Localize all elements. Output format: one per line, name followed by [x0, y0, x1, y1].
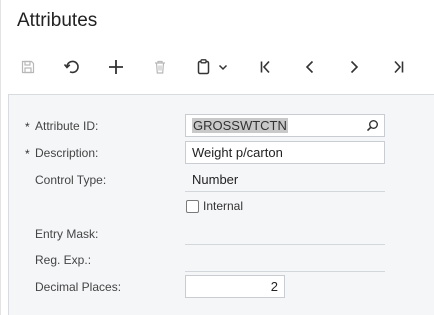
- previous-icon: [305, 60, 314, 74]
- page-title: Attributes: [17, 10, 98, 31]
- last-page-icon: [394, 60, 404, 74]
- description-label: Description:: [35, 146, 99, 160]
- attribute-form: * Attribute ID: GROSSWTCTN * Description…: [8, 94, 434, 315]
- internal-label[interactable]: Internal: [203, 199, 243, 213]
- required-mark: *: [25, 120, 30, 134]
- description-input[interactable]: Weight p/carton: [185, 141, 385, 164]
- control-type-label: Control Type:: [35, 173, 107, 187]
- previous-record-button[interactable]: [295, 52, 325, 82]
- first-page-icon: [260, 60, 270, 74]
- search-icon[interactable]: [366, 119, 379, 135]
- add-icon: [109, 60, 123, 74]
- decimal-places-input[interactable]: 2: [185, 275, 285, 298]
- control-type-underline: [185, 191, 385, 192]
- save-button[interactable]: [13, 52, 43, 82]
- internal-checkbox[interactable]: [186, 200, 199, 213]
- next-icon: [350, 60, 359, 74]
- reg-exp-field[interactable]: [185, 271, 385, 272]
- control-type-value[interactable]: Number: [192, 172, 238, 187]
- toolbar: [0, 52, 434, 82]
- chevron-down-icon: [218, 64, 228, 71]
- attribute-id-input[interactable]: GROSSWTCTN: [185, 114, 385, 137]
- delete-button[interactable]: [145, 52, 175, 82]
- last-record-button[interactable]: [383, 52, 413, 82]
- undo-button[interactable]: [57, 52, 87, 82]
- delete-icon: [155, 60, 165, 74]
- entry-mask-label: Entry Mask:: [35, 227, 99, 241]
- entry-mask-field[interactable]: [185, 244, 385, 245]
- attribute-id-label: Attribute ID:: [35, 119, 99, 133]
- decimal-places-label: Decimal Places:: [35, 280, 122, 294]
- reg-exp-label: Reg. Exp.:: [35, 253, 92, 267]
- required-mark: *: [25, 147, 30, 161]
- save-icon: [21, 60, 35, 74]
- add-button[interactable]: [101, 52, 131, 82]
- clipboard-icon: [197, 59, 210, 75]
- undo-icon: [63, 60, 79, 74]
- clipboard-dropdown-button[interactable]: [213, 52, 233, 82]
- attribute-id-value: GROSSWTCTN: [192, 118, 288, 133]
- next-record-button[interactable]: [339, 52, 369, 82]
- first-record-button[interactable]: [251, 52, 281, 82]
